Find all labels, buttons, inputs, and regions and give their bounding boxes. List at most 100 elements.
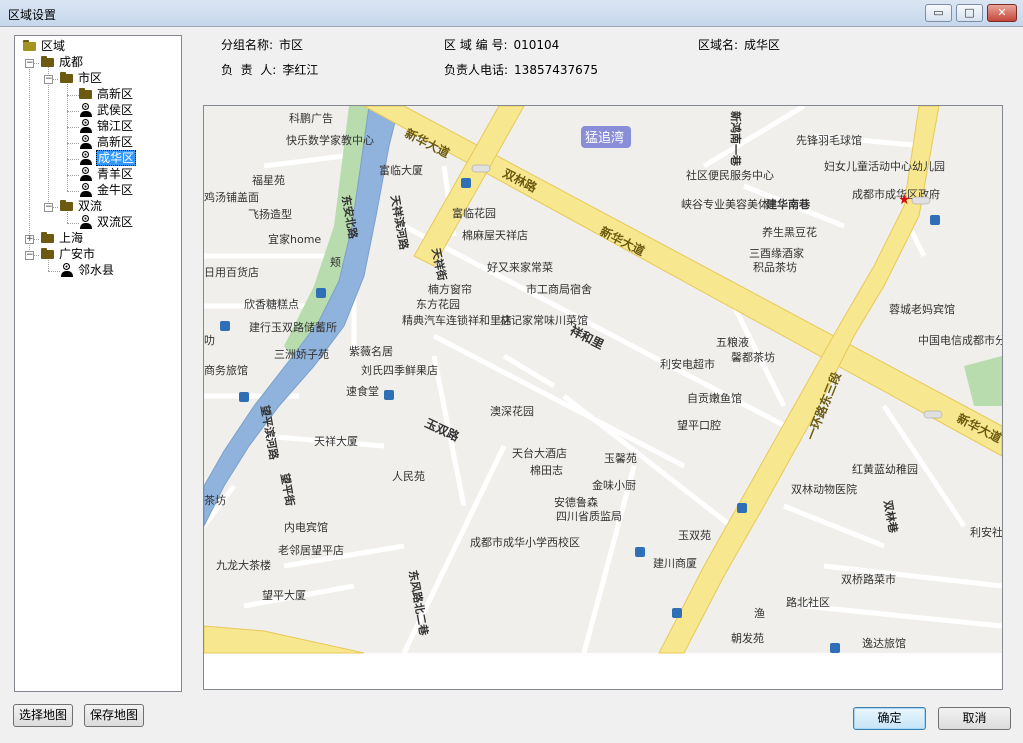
area-name-value: 成华区 xyxy=(744,38,781,52)
area-name-label: 区域名: xyxy=(698,38,739,52)
bus-stop-icon xyxy=(220,321,230,331)
select-map-button[interactable]: 选择地图 xyxy=(13,704,73,727)
poi-label: 九龙大茶楼 xyxy=(216,558,271,572)
poi-label: 双桥路菜市 xyxy=(841,572,896,586)
collapse-toggle-shiqu[interactable]: − xyxy=(44,75,53,84)
poi-label: 安德鲁森 xyxy=(554,495,598,509)
person-icon xyxy=(60,263,74,277)
poi-label: 双林动物医院 xyxy=(791,482,857,496)
tree-node-linshui[interactable]: 邻水县 xyxy=(60,262,115,278)
poi-label: 路北社区 xyxy=(786,595,830,609)
poi-label: 老邻居望平店 xyxy=(278,543,344,557)
poi-label: 欣香糖糕点 xyxy=(244,297,299,311)
person-icon xyxy=(79,135,93,149)
tree-node-guangan[interactable]: 广安市 xyxy=(41,246,96,262)
poi-label: 棉麻屋天祥店 xyxy=(462,228,528,242)
poi-label: 建行玉双路储蓄所 xyxy=(249,320,337,334)
bus-stop-icon xyxy=(737,503,747,513)
poi-label: 峡谷专业美容美体 xyxy=(681,197,769,211)
bus-stop-icon xyxy=(239,392,249,402)
person-icon xyxy=(79,167,93,181)
poi-label: 颊 xyxy=(330,256,341,269)
government-star-icon: ★ xyxy=(898,192,911,208)
poi-label: 人民苑 xyxy=(392,470,425,483)
district-label: 猛追湾 xyxy=(585,130,624,146)
tree-node-qingyang[interactable]: 青羊区 xyxy=(79,166,134,182)
tree-node-jinniu[interactable]: 金牛区 xyxy=(79,182,134,198)
tree-node-shanghai[interactable]: 上海 xyxy=(41,230,84,246)
phone-field: 负责人电话: 13857437675 xyxy=(444,61,598,78)
poi-label: 玉馨苑 xyxy=(604,451,637,465)
poi-label: 楠方窗帘 xyxy=(428,282,472,296)
bus-stop-icon xyxy=(930,215,940,225)
tree-node-shuangliu-district[interactable]: 双流区 xyxy=(79,214,134,230)
person-in-charge-value: 李红江 xyxy=(282,63,319,77)
area-code-field: 区 域 编 号: 010104 xyxy=(444,36,559,53)
folder-open-icon xyxy=(23,40,37,51)
region-tree[interactable]: 区域 − 成都 − 市区 高新区 武侯区 锦江区 高新区 成华区 青羊区 金牛区… xyxy=(14,35,182,692)
poi-label: 内电宾馆 xyxy=(284,520,328,534)
poi-label: 茶坊 xyxy=(204,493,226,507)
poi-label: 棉田志 xyxy=(530,463,563,477)
tree-node-shuangliu[interactable]: 双流 xyxy=(60,198,103,214)
maximize-button[interactable]: □ xyxy=(956,4,983,22)
folder-icon xyxy=(60,200,74,211)
poi-label: 富临大厦 xyxy=(379,163,423,177)
poi-label: 速食堂 xyxy=(346,384,379,398)
tree-node-gaoxin[interactable]: 高新区 xyxy=(79,86,134,102)
poi-label: 渔 xyxy=(754,607,765,620)
tree-node-gaoxin-2[interactable]: 高新区 xyxy=(79,134,134,150)
minimize-button[interactable]: ▭ xyxy=(925,4,952,22)
poi-label: 逸达旅馆 xyxy=(862,636,906,650)
cancel-button[interactable]: 取消 xyxy=(938,707,1011,730)
save-map-button[interactable]: 保存地图 xyxy=(84,704,144,727)
poi-label: 东方花园 xyxy=(416,297,460,311)
collapse-toggle-chengdu[interactable]: − xyxy=(25,59,34,68)
poi-label: 望平大厦 xyxy=(262,588,306,602)
poi-label: 妇女儿童活动中心幼儿园 xyxy=(824,159,945,173)
person-in-charge-field: 负 责 人: 李红江 xyxy=(221,61,318,78)
area-code-value: 010104 xyxy=(513,38,560,52)
area-name-field: 区域名: 成华区 xyxy=(698,36,780,53)
ok-button[interactable]: 确定 xyxy=(853,707,926,730)
tree-node-root[interactable]: 区域 xyxy=(23,38,66,54)
poi-label: 五粮液 xyxy=(716,335,749,349)
poi-label: 天祥大厦 xyxy=(314,434,358,448)
tree-node-jinjiang[interactable]: 锦江区 xyxy=(79,118,134,134)
poi-label: 利安电超市 xyxy=(660,357,715,371)
tree-node-shiqu[interactable]: 市区 xyxy=(60,70,103,86)
tree-node-chengdu[interactable]: 成都 xyxy=(41,54,84,70)
collapse-toggle-guangan[interactable]: − xyxy=(25,251,34,260)
bus-stop-icon xyxy=(830,643,840,653)
poi-label: 金味小厨 xyxy=(592,478,636,492)
poi-label: 快乐数学家教中心 xyxy=(286,133,374,147)
poi-label: 刘氏四季鲜果店 xyxy=(361,363,438,377)
folder-icon xyxy=(60,72,74,83)
person-icon xyxy=(79,215,93,229)
expand-toggle-shanghai[interactable]: + xyxy=(25,235,34,244)
collapse-toggle-shuangliu[interactable]: − xyxy=(44,203,53,212)
poi-label: 自贡嫩鱼馆 xyxy=(687,391,742,405)
group-name-value: 市区 xyxy=(279,38,304,52)
poi-label: 好又来家常菜 xyxy=(487,260,553,274)
close-button[interactable]: ✕ xyxy=(987,4,1017,22)
road-label: 新鸿南一巷 xyxy=(729,111,743,167)
poi-label: 红黄蓝幼稚园 xyxy=(852,462,918,476)
tree-node-chenghua[interactable]: 成华区 xyxy=(79,150,137,166)
bus-stop-icon xyxy=(316,288,326,298)
poi-label: 养生黑豆花 xyxy=(762,225,817,239)
selected-tree-label: 成华区 xyxy=(96,150,137,166)
poi-label: 玉双苑 xyxy=(678,529,711,542)
traffic-light-icon xyxy=(911,196,931,205)
poi-label: 商务旅馆 xyxy=(204,363,248,377)
poi-label: 日用百货店 xyxy=(204,265,259,279)
map-blank-area xyxy=(204,653,1002,689)
map-canvas[interactable]: 猛追湾 新华大道 双林路 新华大道 祥和里 玉双路 一环路东三段 新华大道 东安… xyxy=(204,106,1002,689)
road-label: 建华南巷 xyxy=(766,197,811,211)
map-view[interactable]: 猛追湾 新华大道 双林路 新华大道 祥和里 玉双路 一环路东三段 新华大道 东安… xyxy=(203,105,1003,690)
poi-label: 利安社市新华 xyxy=(970,525,1002,539)
poi-label: 朝发苑 xyxy=(731,631,764,645)
bus-stop-icon xyxy=(461,178,471,188)
poi-label: 成都市成华小学西校区 xyxy=(470,535,580,549)
tree-node-wuhou[interactable]: 武侯区 xyxy=(79,102,134,118)
